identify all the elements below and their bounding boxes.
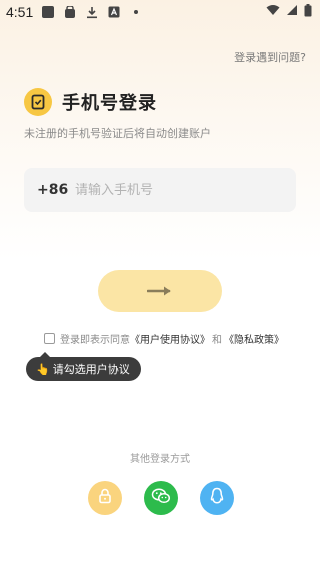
password-login-button[interactable] — [88, 481, 122, 515]
arrow-right-icon — [146, 282, 173, 301]
signal-icon — [286, 4, 298, 20]
app-icon — [41, 5, 55, 19]
submit-button[interactable] — [98, 270, 222, 312]
font-app-icon — [107, 5, 121, 19]
wifi-icon — [266, 4, 280, 20]
agreement-and: 和 — [212, 335, 222, 346]
download-icon — [85, 5, 99, 19]
qq-icon — [210, 487, 224, 509]
status-bar: 4:51 — [0, 0, 320, 24]
title-row: 手机号登录 — [24, 88, 157, 116]
other-login-methods — [88, 481, 234, 515]
user-agreement-link[interactable]: 《用户使用协议》 — [130, 331, 210, 346]
battery-icon — [304, 3, 312, 21]
dot-icon — [129, 5, 143, 19]
pointing-hand-icon: 👆 — [36, 362, 50, 376]
agreement-checkbox[interactable] — [44, 333, 55, 344]
phone-field[interactable]: +86 — [24, 168, 296, 212]
qq-login-button[interactable] — [200, 481, 234, 515]
privacy-policy-link[interactable]: 《隐私政策》 — [224, 331, 284, 346]
other-login-label: 其他登录方式 — [130, 454, 190, 465]
status-time: 4:51 — [6, 4, 34, 20]
tooltip-text: 请勾选用户协议 — [52, 363, 130, 376]
agreement-prefix: 登录即表示同意 — [60, 335, 130, 346]
lock-icon — [98, 488, 112, 508]
country-code[interactable]: +86 — [37, 182, 73, 198]
phone-input[interactable] — [75, 182, 275, 198]
lock-app-icon — [63, 5, 77, 19]
agreement-row: 登录即表示同意 《用户使用协议》 和 《隐私政策》 — [44, 331, 284, 346]
wechat-login-button[interactable] — [144, 481, 178, 515]
wechat-icon — [151, 488, 171, 508]
phone-check-icon — [24, 88, 52, 116]
page-subtitle: 未注册的手机号验证后将自动创建账户 — [24, 127, 211, 140]
login-help-link[interactable]: 登录遇到问题? — [234, 49, 306, 65]
agreement-tooltip: 👆 请勾选用户协议 — [26, 352, 141, 381]
page-title: 手机号登录 — [62, 93, 157, 114]
